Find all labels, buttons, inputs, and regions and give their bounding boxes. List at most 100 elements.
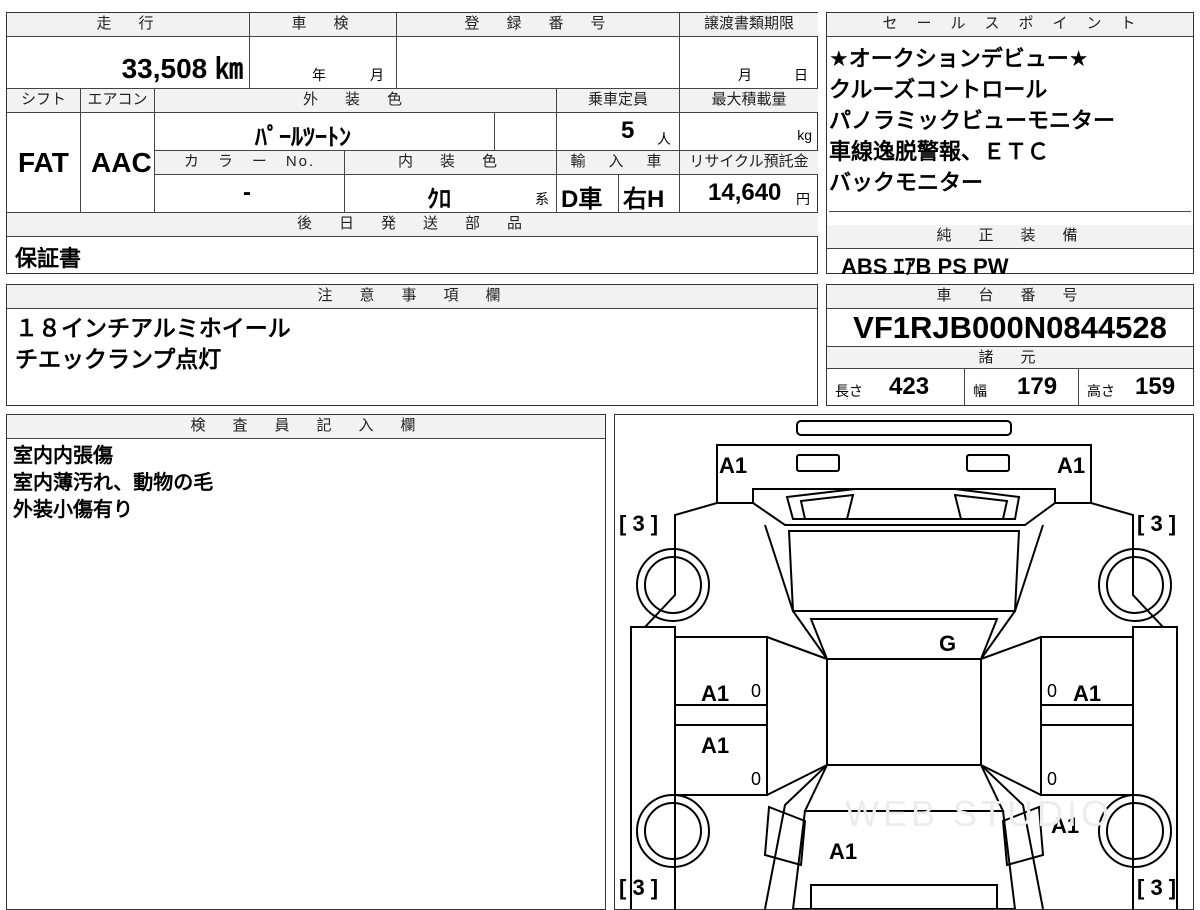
import-value-d: D車 xyxy=(561,186,603,213)
recycle-header: リサイクル預託金 xyxy=(680,151,818,175)
color-no-header: カ ラ ー No. xyxy=(155,151,345,175)
spec-height-cell: 高さ 159 xyxy=(1079,369,1193,405)
mark-top-left-bracket: [ 3 ] xyxy=(619,511,659,536)
headlamp-right xyxy=(953,493,1009,520)
inspector-panel: 検 査 員 記 入 欄 室内内張傷 室内薄汚れ、動物の毛 外装小傷有り xyxy=(6,414,606,910)
interior-color-value: ｸﾛ xyxy=(427,186,451,213)
mileage-header: 走 行 xyxy=(7,13,250,37)
import-cell-1: D車 xyxy=(557,175,619,213)
a-pillar-right xyxy=(980,524,1044,909)
recycle-value: 14,640 xyxy=(708,179,782,206)
sales-point-item: 車線逸脱警報、ＥＴＣ xyxy=(829,139,1050,164)
roof xyxy=(826,658,982,766)
hood-lower xyxy=(809,618,999,660)
sales-points-list: ★オークションデビュー★ クルーズコントロール パノラミックビューモニター 車線… xyxy=(829,43,1191,212)
spec-width-cell: 幅 179 xyxy=(965,369,1079,405)
mark-zero-4: 0 xyxy=(1047,769,1058,789)
mark-front-left: A1 xyxy=(719,453,748,478)
watermark: WEB STUDIO xyxy=(845,793,1114,834)
sales-point-item: バックモニター xyxy=(829,170,984,195)
spec-height-label: 高さ xyxy=(1087,383,1115,399)
import-cell-2: 右H xyxy=(619,175,680,213)
mark-zero-3: 0 xyxy=(751,769,762,789)
grille xyxy=(785,488,1021,520)
capacity-value: 5 xyxy=(621,117,635,144)
front-light-left xyxy=(796,454,840,472)
chassis-panel: 車 台 番 号 VF1RJB000N0844528 諸 元 長さ 423 幅 1… xyxy=(826,284,1194,406)
front-bumper-bar xyxy=(796,420,1012,436)
capacity-header: 乗車定員 xyxy=(557,89,680,113)
color-no-value: - xyxy=(243,179,251,206)
mark-left-rear-door: A1 xyxy=(701,733,730,758)
inspection-header: 車 検 xyxy=(250,13,397,37)
shift-cell: FAT xyxy=(7,113,81,213)
genuine-equipment-value: ABS ｴｱB PS PW xyxy=(841,254,1009,279)
mark-zero-1: 0 xyxy=(751,681,762,701)
aircon-header: エアコン xyxy=(81,89,155,113)
exterior-color-cell: ﾊﾟｰﾙﾂｰﾄﾝ xyxy=(155,113,495,151)
import-value-rh: 右H xyxy=(623,186,665,213)
recycle-unit: 円 xyxy=(796,191,810,207)
color-no-cell: - xyxy=(155,175,345,213)
inspection-month-label: 月 xyxy=(370,67,384,83)
spec-width-label: 幅 xyxy=(973,383,987,399)
capacity-unit: 人 xyxy=(657,131,671,147)
mark-glass: G xyxy=(939,631,957,656)
registration-header: 登 録 番 号 xyxy=(397,13,680,37)
a-pillar-left xyxy=(764,524,828,909)
mark-front-right: A1 xyxy=(1057,453,1086,478)
shift-value: FAT xyxy=(18,147,69,178)
capacity-cell: 5 人 xyxy=(557,113,680,151)
inspector-header: 検 査 員 記 入 欄 xyxy=(7,415,605,439)
later-parts-header: 後 日 発 送 部 品 xyxy=(7,213,818,237)
mark-top-right-bracket: [ 3 ] xyxy=(1137,511,1177,536)
mark-zero-2: 0 xyxy=(1047,681,1058,701)
mark-rear: A1 xyxy=(829,839,858,864)
aircon-value: AAC xyxy=(91,147,152,178)
rear-bumper xyxy=(810,884,998,909)
transfer-deadline-header: 譲渡書類期限 xyxy=(680,13,818,37)
inspector-notes: 室内内張傷 室内薄汚れ、動物の毛 外装小傷有り xyxy=(13,443,213,524)
sales-points-panel: セ ー ル ス ポ イ ン ト ★オークションデビュー★ クルーズコントロール … xyxy=(826,12,1194,279)
inspection-year-label: 年 xyxy=(312,67,326,83)
interior-color-suffix: 系 xyxy=(535,191,549,207)
transfer-month-label: 月 xyxy=(738,67,752,83)
headlamp-left xyxy=(799,493,855,520)
sales-point-item: パノラミックビューモニター xyxy=(829,108,1116,133)
damage-diagram-panel: A1 A1 [ 3 ] [ 3 ] G A1 0 0 A1 A1 0 0 A1 … xyxy=(614,414,1194,910)
max-load-cell: kg xyxy=(680,113,818,151)
import-header: 輸 入 車 xyxy=(557,151,680,175)
note-line: １８インチアルミホイール xyxy=(15,315,291,341)
sales-points-header: セ ー ル ス ポ イ ン ト xyxy=(827,13,1193,37)
right-sill-upper xyxy=(1040,704,1134,726)
mark-bottom-right-bracket: [ 3 ] xyxy=(1137,875,1177,900)
notes-header: 注 意 事 項 欄 xyxy=(7,285,817,309)
inspection-cell: 年 月 xyxy=(250,37,397,89)
spec-height-value: 159 xyxy=(1135,373,1176,400)
exterior-color-header: 外 装 色 xyxy=(155,89,557,113)
spec-length-value: 423 xyxy=(889,373,930,400)
windshield xyxy=(787,530,1021,612)
mark-right-front-door: A1 xyxy=(1073,681,1102,706)
transfer-deadline-cell: 月 日 xyxy=(680,37,818,89)
mileage-value: 33,508 ㎞ xyxy=(121,53,243,84)
genuine-equipment-header: 純 正 装 備 xyxy=(827,225,1193,249)
spec-length-cell: 長さ 423 xyxy=(827,369,965,405)
transfer-day-label: 日 xyxy=(794,67,808,83)
front-light-right xyxy=(966,454,1010,472)
registration-cell xyxy=(397,37,680,89)
sales-point-item: ★オークションデビュー★ xyxy=(829,46,1089,71)
inspector-line: 室内薄汚れ、動物の毛 xyxy=(13,472,214,494)
exterior-color-value: ﾊﾟｰﾙﾂｰﾄﾝ xyxy=(255,124,351,151)
inspector-line: 室内内張傷 xyxy=(13,445,113,467)
note-line: チエックランプ点灯 xyxy=(15,346,222,372)
sales-point-item: クルーズコントロール xyxy=(829,77,1048,102)
left-sill-upper xyxy=(674,704,768,726)
specs-header: 諸 元 xyxy=(827,347,1193,369)
max-load-unit: kg xyxy=(797,127,812,143)
interior-color-header: 内 装 色 xyxy=(345,151,557,175)
inspector-line: 外装小傷有り xyxy=(13,499,133,521)
mark-left-front-door: A1 xyxy=(701,681,730,706)
recycle-cell: 14,640 円 xyxy=(680,175,818,213)
notes-list: １８インチアルミホイール チエックランプ点灯 xyxy=(15,313,291,375)
